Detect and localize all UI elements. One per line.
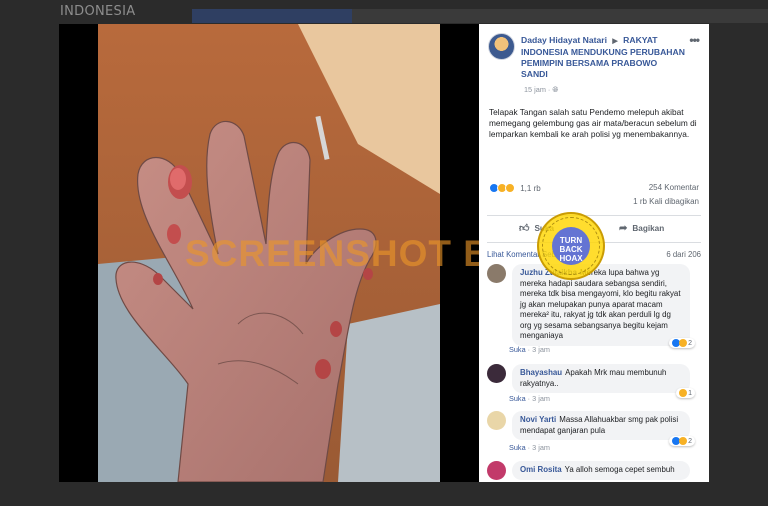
comment-footer: Suka · 3 jam [509, 443, 550, 452]
comment-bubble: Novi Yarti Massa Allahuakbar smg pak poli… [512, 411, 690, 440]
comment-like-link[interactable]: Suka [509, 443, 526, 452]
divider [487, 215, 701, 216]
stamp-line: TURN [559, 236, 583, 245]
author-avatar[interactable] [488, 33, 515, 60]
post-title: Daday Hidayat Natari ▶ RAKYAT INDONESIA … [521, 35, 686, 80]
more-options-icon[interactable]: ••• [689, 33, 700, 47]
share-button[interactable]: ➦ Bagikan [619, 220, 664, 238]
comments-page-count: 6 dari 206 [666, 250, 701, 259]
comment-reactions[interactable]: 1 [676, 388, 695, 398]
commenter-name[interactable]: Omi Rosita [520, 465, 562, 474]
background-nav-bar [192, 9, 352, 23]
stamp-badge: TURN BACK HOAX [552, 227, 590, 265]
post-time[interactable]: 15 jam [524, 85, 546, 94]
thumbs-up-icon: 👍︎ [519, 223, 530, 234]
comment-reactions[interactable]: 2 [669, 436, 695, 446]
comment-reaction-count: 2 [688, 339, 692, 347]
haha-reaction-icon [679, 437, 688, 445]
reactions-count: 1,1 rb [520, 183, 541, 193]
commenter-avatar[interactable] [487, 461, 506, 480]
shares-count[interactable]: 1 rb Kali dibagikan [629, 197, 699, 206]
background-page-title: INDONESIA [60, 4, 136, 19]
comment-text: Mereka lupa bahwa yg mereka hadapi sauda… [520, 268, 681, 340]
share-arrow-icon: ▶ [612, 38, 618, 45]
author-name-link[interactable]: Daday Hidayat Natari [521, 35, 607, 45]
comment-like-link[interactable]: Suka [509, 345, 526, 354]
share-icon: ➦ [619, 223, 628, 234]
comment-footer: Suka · 3 jam [509, 345, 550, 354]
comment-time[interactable]: 3 jam [532, 443, 550, 452]
commenter-avatar[interactable] [487, 411, 506, 430]
comment-reaction-count: 1 [688, 389, 692, 397]
comment-time[interactable]: 3 jam [532, 345, 550, 354]
comment-like-link[interactable]: Suka [509, 394, 526, 403]
haha-reaction-icon [679, 389, 688, 397]
post-caption: Telapak Tangan salah satu Pendemo melepu… [489, 107, 697, 139]
wow-reaction-icon [505, 183, 515, 193]
stamp-line: BACK [559, 245, 583, 254]
commenter-name[interactable]: Novi Yarti [520, 415, 556, 424]
post-meta: 15 jam · 🌐︎ [524, 85, 559, 94]
globe-icon: 🌐︎ [552, 85, 559, 94]
commenter-name[interactable]: Bhayashau [520, 368, 562, 377]
watermark-text: SCREENSHOT BY [185, 233, 517, 274]
comments-count[interactable]: 254 Komentar [649, 183, 699, 192]
comment-time[interactable]: 3 jam [532, 394, 550, 403]
post-header: Daday Hidayat Natari ▶ RAKYAT INDONESIA … [488, 33, 701, 93]
share-label: Bagikan [632, 224, 665, 233]
commenter-avatar[interactable] [487, 364, 506, 383]
comment-bubble: Juzhu Zulaikha Mereka lupa bahwa yg merek… [512, 264, 690, 346]
background-content-strip [352, 9, 768, 23]
comment-reaction-count: 2 [688, 437, 692, 445]
comment-footer: Suka · 3 jam [509, 394, 550, 403]
haha-reaction-icon [679, 339, 688, 347]
comment-text: Ya alloh semoga cepet sembuh [564, 465, 675, 474]
comment-bubble: Omi Rosita Ya alloh semoga cepet sembuh [512, 461, 690, 480]
commenter-avatar[interactable] [487, 264, 506, 283]
comment-reactions[interactable]: 2 [669, 338, 695, 348]
comment-bubble: Bhayashau Apakah Mrk mau membunuh rakyatn… [512, 364, 690, 393]
turnbackhoax-stamp: TURN BACK HOAX [537, 212, 605, 280]
stamp-line: HOAX [559, 254, 583, 263]
